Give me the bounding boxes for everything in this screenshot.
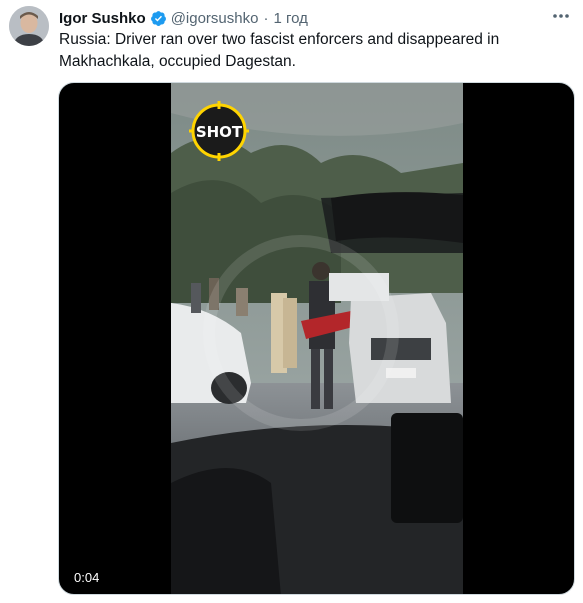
avatar-image xyxy=(9,6,49,46)
avatar[interactable] xyxy=(9,6,49,46)
verified-badge-icon xyxy=(150,10,167,27)
author-name[interactable]: Igor Sushko xyxy=(59,10,146,27)
author-handle[interactable]: @igorsushko xyxy=(171,10,259,27)
video-timecode: 0:04 xyxy=(74,570,100,585)
video-still-image: SHOT xyxy=(171,83,463,594)
tweet-text: Russia: Driver ran over two fascist enfo… xyxy=(59,31,500,70)
tweet-header: Igor Sushko @igorsushko · 1 год xyxy=(59,7,308,29)
video-frame: SHOT xyxy=(171,83,463,594)
separator-dot: · xyxy=(263,9,269,27)
more-horizontal-icon[interactable] xyxy=(548,6,574,26)
tweet-timestamp[interactable]: 1 год xyxy=(273,10,307,27)
shot-watermark-text: SHOT xyxy=(196,123,243,141)
video-player[interactable]: SHOT 0:04 xyxy=(58,82,575,595)
tweet[interactable]: Igor Sushko @igorsushko · 1 год Russia: … xyxy=(0,0,583,603)
